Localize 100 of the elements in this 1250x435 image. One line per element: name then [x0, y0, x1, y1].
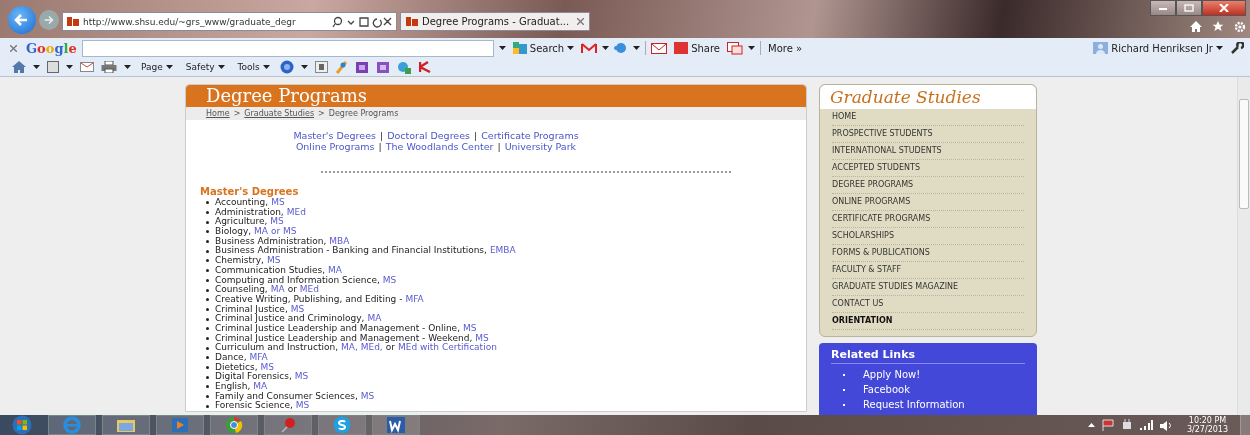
degree-link[interactable]: MS	[382, 275, 397, 286]
degree-link[interactable]: MA	[328, 265, 342, 276]
degree-link[interactable]: MS	[271, 198, 285, 208]
degree-link[interactable]: MS	[475, 333, 489, 344]
menu-button[interactable]: Safety	[182, 62, 228, 72]
dropdown-arrow-icon[interactable]	[602, 46, 610, 50]
signal-icon[interactable]	[1138, 420, 1153, 430]
dropdown-arrow-icon[interactable]	[33, 65, 40, 69]
close-tab-icon[interactable]	[577, 18, 584, 25]
close-toolbar-icon[interactable]	[10, 44, 17, 52]
user-account-button[interactable]: Richard Henriksen Jr	[1091, 42, 1225, 54]
printer-icon[interactable]	[101, 61, 117, 73]
folder-taskbar-button[interactable]	[102, 415, 150, 435]
show-hidden-icons-icon[interactable]	[1087, 423, 1095, 427]
degree-link[interactable]: MFA	[249, 353, 268, 363]
related-link[interactable]: Facebook	[863, 384, 910, 395]
mail-icon[interactable]	[651, 42, 668, 54]
share-button[interactable]: Share	[672, 42, 722, 54]
toolbar-icon[interactable]	[396, 60, 412, 74]
degree-link[interactable]: MEd	[299, 285, 320, 295]
dropdown-arrow-icon[interactable]	[498, 46, 506, 50]
degree-link[interactable]: MA	[367, 314, 382, 324]
degree-link[interactable]: MS	[294, 372, 309, 383]
scrollbar[interactable]	[1237, 77, 1250, 415]
word-taskbar-button[interactable]	[372, 415, 420, 435]
section-link[interactable]: Certificate Programs	[481, 130, 579, 141]
degree-link[interactable]: MEd	[286, 207, 306, 218]
search-button[interactable]: Search	[510, 42, 577, 54]
search-field[interactable]	[81, 39, 494, 57]
chrome-taskbar-button[interactable]	[210, 415, 258, 435]
maximize-button[interactable]	[1176, 0, 1202, 16]
menu-button[interactable]: Tools	[234, 62, 273, 72]
degree-link[interactable]: MS	[463, 323, 477, 334]
minimize-button[interactable]	[1150, 0, 1176, 16]
degree-link[interactable]: EMBA	[489, 246, 516, 257]
address-bar[interactable]: http://www.shsu.edu/~grs_www/graduate_degr	[62, 12, 397, 31]
section-link[interactable]: Online Programs	[295, 141, 375, 152]
browser-tab[interactable]: Degree Programs - Graduat...	[400, 12, 590, 31]
related-link[interactable]: Request Information	[863, 399, 965, 410]
dropdown-arrow-icon[interactable]	[66, 65, 73, 69]
more-button[interactable]: More »	[766, 42, 805, 54]
dropdown-arrow-icon[interactable]	[633, 46, 641, 50]
degree-link[interactable]: MBA	[329, 236, 350, 247]
sidebar-item[interactable]: INTERNATIONAL STUDENTS	[832, 143, 1024, 160]
help-icon[interactable]	[279, 60, 294, 74]
favorites-star-icon[interactable]	[1212, 21, 1224, 32]
dropdown-arrow-icon[interactable]	[124, 65, 131, 69]
toolbar-icon[interactable]	[354, 60, 369, 74]
degree-link[interactable]: MA, MEd,	[341, 343, 383, 353]
toolbar-icon[interactable]	[418, 61, 432, 73]
toolbar-icon[interactable]	[375, 60, 390, 74]
volume-icon[interactable]	[1158, 419, 1173, 431]
flag-icon[interactable]	[1100, 419, 1115, 431]
sidebar-item[interactable]: HOME	[832, 109, 1024, 126]
sidebar-item[interactable]: FORMS & PUBLICATIONS	[832, 245, 1024, 262]
sidebar-item[interactable]: DEGREE PROGRAMS	[832, 177, 1024, 194]
degree-link[interactable]: MS	[290, 304, 305, 315]
sidebar-item[interactable]: SCHOLARSHIPS	[832, 228, 1024, 245]
degree-link[interactable]: MA or MS	[254, 227, 297, 237]
menu-button[interactable]: Page	[138, 62, 176, 72]
section-link[interactable]: Master's Degrees	[293, 130, 376, 141]
skype-taskbar-button[interactable]	[318, 415, 366, 435]
degree-link[interactable]: MS	[266, 256, 281, 266]
dropdown-arrow-icon[interactable]	[748, 46, 755, 50]
breadcrumb-link[interactable]: Graduate Studies	[244, 109, 315, 118]
mail-icon[interactable]	[80, 62, 94, 72]
sidebar-item[interactable]: ACCEPTED STUDENTS	[832, 160, 1024, 177]
degree-link[interactable]: MEd with Certification	[397, 343, 497, 353]
sidebar-item[interactable]: CERTIFICATE PROGRAMS	[832, 211, 1024, 228]
breadcrumb-link[interactable]: Home	[206, 109, 230, 118]
section-link[interactable]: Doctoral Degrees	[387, 130, 470, 141]
degree-link[interactable]: MFA	[405, 294, 424, 305]
wrench-icon[interactable]	[1230, 42, 1244, 54]
degree-link[interactable]: MS	[360, 391, 375, 402]
home-icon[interactable]	[12, 61, 26, 73]
sidebar-item[interactable]: ONLINE PROGRAMS	[832, 194, 1024, 211]
back-button[interactable]	[8, 6, 36, 34]
power-icon[interactable]	[1120, 419, 1133, 431]
degree-link[interactable]: MS	[260, 362, 275, 373]
degree-link[interactable]: MS	[270, 217, 284, 228]
degree-link[interactable]: MA	[270, 285, 285, 295]
section-link[interactable]: The Woodlands Center	[385, 141, 494, 152]
address-bar-buttons-icon[interactable]	[332, 15, 392, 28]
sidebar-item[interactable]: GRADUATE STUDIES MAGAZINE	[832, 279, 1024, 296]
related-link[interactable]: Apply Now!	[863, 369, 921, 380]
start-button[interactable]	[12, 415, 32, 435]
dropdown-arrow-icon[interactable]	[300, 65, 308, 69]
toolbar-icon[interactable]	[334, 60, 348, 74]
settings-icon[interactable]	[1234, 21, 1246, 33]
section-link[interactable]: University Park	[504, 141, 577, 152]
home-icon[interactable]	[1190, 21, 1202, 32]
toolbar-icon[interactable]	[314, 61, 328, 73]
degree-link[interactable]: MS	[295, 401, 310, 412]
sidebar-item[interactable]: ORIENTATION	[832, 313, 1024, 330]
sidebar-item[interactable]: FACULTY & STAFF	[832, 262, 1024, 279]
mail-icon[interactable]	[581, 42, 598, 54]
degree-link[interactable]: MA	[253, 382, 268, 392]
forward-button[interactable]	[39, 10, 59, 30]
sidebar-item[interactable]: CONTACT US	[832, 296, 1024, 313]
close-button[interactable]	[1202, 0, 1246, 16]
